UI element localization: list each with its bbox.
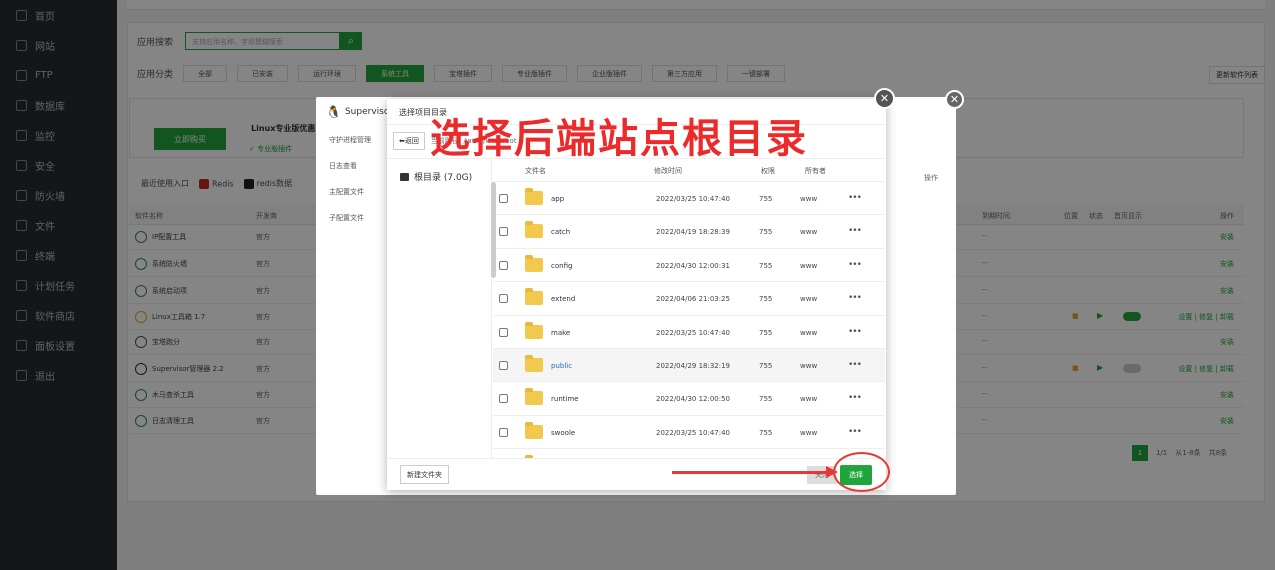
annotation-arrow <box>672 471 834 474</box>
back-button[interactable]: ⬅ 返回 <box>393 132 425 150</box>
nav-daemon[interactable]: 守护进程管理 <box>316 127 386 153</box>
folder-icon <box>525 254 543 272</box>
annotation-circle <box>833 452 890 492</box>
row-checkbox[interactable] <box>499 227 508 237</box>
row-checkbox[interactable] <box>499 294 508 304</box>
scrollbar[interactable] <box>491 182 496 278</box>
file-row-partial <box>493 449 885 458</box>
row-checkbox[interactable] <box>499 194 508 203</box>
nav-logs[interactable]: 日志查看 <box>316 153 386 179</box>
new-folder-button[interactable]: 新建文件夹 <box>400 465 449 484</box>
nav-main-config[interactable]: 主配置文件 <box>316 179 386 205</box>
folder-icon <box>525 354 543 372</box>
supervisor-nav: 守护进程管理 日志查看 主配置文件 子配置文件 <box>316 127 386 231</box>
row-checkbox[interactable] <box>499 394 508 404</box>
more-icon[interactable]: ••• <box>848 327 862 337</box>
folder-icon <box>525 288 543 306</box>
folder-icon <box>525 388 543 406</box>
folder-icon <box>525 188 543 205</box>
more-icon[interactable]: ••• <box>848 360 862 370</box>
row-checkbox[interactable] <box>499 327 508 337</box>
folder-icon <box>525 221 543 239</box>
more-icon[interactable]: ••• <box>848 260 862 270</box>
file-row[interactable]: extend 2022/04/06 21:03:25 755 www ••• <box>493 282 885 316</box>
file-row[interactable]: config 2022/04/30 12:00:31 755 www ••• <box>493 248 885 283</box>
file-row[interactable]: app 2022/03/25 10:47:40 755 www ••• <box>493 182 885 216</box>
folder-icon <box>525 321 543 339</box>
close-icon[interactable]: ✕ <box>945 90 964 109</box>
op-col: 操作 <box>924 174 938 182</box>
dir-tree: 根目录 (7.0G) <box>387 158 492 458</box>
row-checkbox[interactable] <box>499 360 508 370</box>
root-dir[interactable]: 根目录 (7.0G) <box>400 170 491 183</box>
row-checkbox[interactable] <box>499 260 508 270</box>
annotation-title: 选择后端站点根目录 <box>430 116 808 162</box>
more-icon[interactable]: ••• <box>848 193 862 203</box>
file-list: 文件名 修改时间 权限 所有者 app 2022/03/25 10:47:40 75… <box>493 158 885 458</box>
file-row[interactable]: catch 2022/04/19 18:28:39 755 www ••• <box>493 215 885 249</box>
dialog-footer: 新建文件夹 关闭 选择 <box>387 458 886 490</box>
row-checkbox[interactable] <box>499 427 508 437</box>
nav-sub-config[interactable]: 子配置文件 <box>316 205 386 231</box>
more-icon[interactable]: ••• <box>848 226 862 236</box>
file-row[interactable]: runtime 2022/04/30 12:00:50 755 www ••• <box>493 382 885 416</box>
drive-icon <box>400 172 409 181</box>
folder-icon <box>525 421 543 439</box>
col-owner: 所有者 <box>805 167 826 175</box>
col-perm: 权限 <box>761 167 775 175</box>
file-row[interactable]: make 2022/03/25 10:47:40 755 www ••• <box>493 315 885 349</box>
supervisor-title: Supervisor <box>344 107 394 117</box>
more-icon[interactable]: ••• <box>848 393 862 403</box>
more-icon[interactable]: ••• <box>848 427 862 437</box>
more-icon[interactable]: ••• <box>848 293 862 303</box>
col-mtime: 修改时间 <box>654 167 682 175</box>
file-row[interactable]: public 2022/04/29 18:32:19 755 www ••• <box>493 348 885 383</box>
file-row[interactable]: swoole 2022/03/25 10:47:40 755 www ••• <box>493 415 885 450</box>
close-icon[interactable]: ✕ <box>874 88 895 109</box>
penguin-icon: 🐧 <box>326 105 341 119</box>
col-filename: 文件名 <box>525 167 546 175</box>
